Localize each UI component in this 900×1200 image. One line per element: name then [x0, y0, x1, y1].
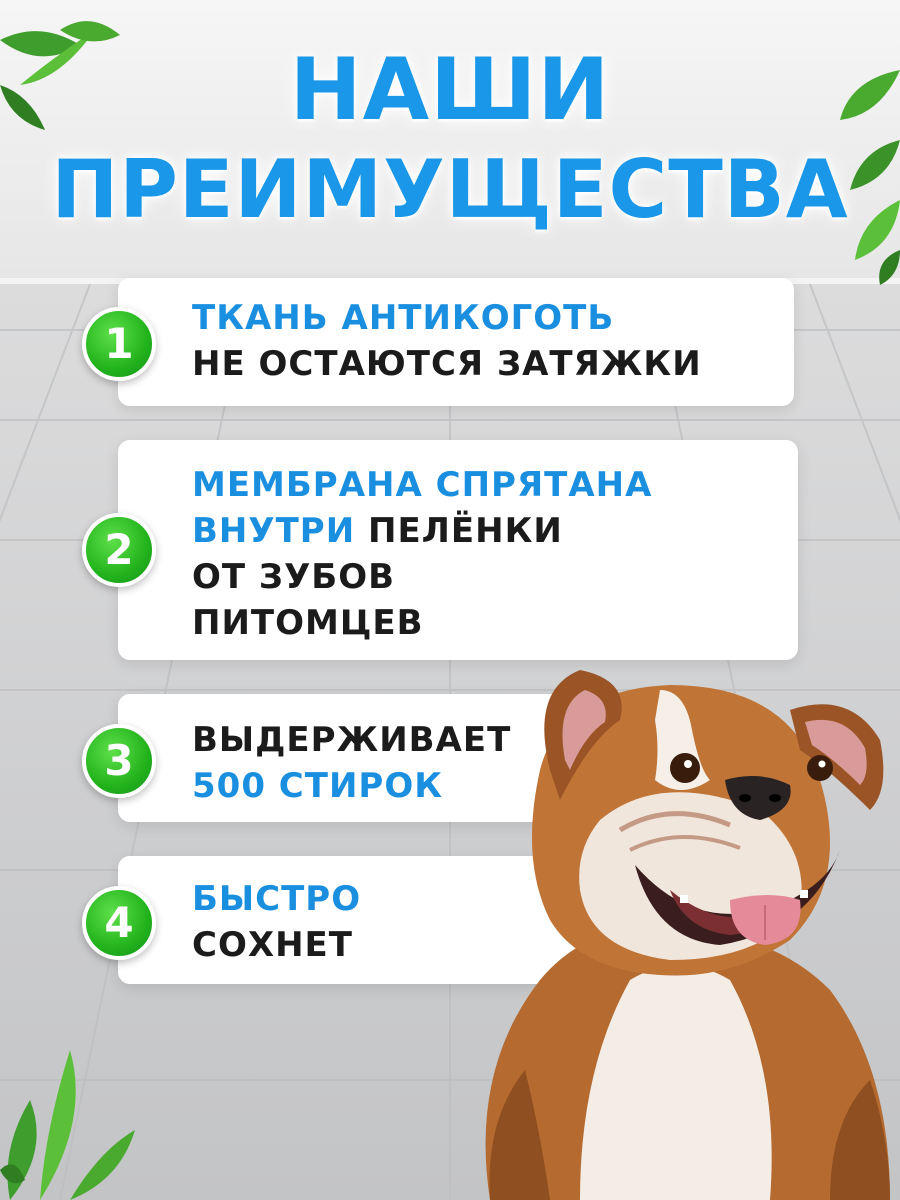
benefit-4-line-1: БЫСТРО	[192, 879, 362, 919]
bulldog-image	[485, 670, 890, 1200]
leaves-bottom-left	[0, 1050, 135, 1200]
page-title-line2: ПРЕИМУЩЕСТВА	[51, 143, 849, 236]
benefit-2-line-1: МЕМБРАНА СПРЯТАНА	[192, 465, 653, 505]
page-title-line1: НАШИ	[289, 40, 611, 140]
benefit-3-line-2: 500 СТИРОК	[192, 766, 444, 806]
number-badge-3: 3	[82, 724, 156, 798]
benefit-1-line-1: ТКАНЬ АНТИКОГОТЬ	[192, 298, 615, 338]
benefit-2-line-3: ОТ ЗУБОВ	[192, 557, 396, 597]
benefit-2-line-2-black: ПЕЛЁНКИ	[355, 511, 563, 551]
number-badge-1: 1	[82, 307, 156, 381]
benefit-2-line-2-blue: ВНУТРИ	[192, 511, 356, 551]
number-badge-2: 2	[82, 513, 156, 587]
benefit-2-line-2: ВНУТРИ ПЕЛЁНКИ	[192, 508, 563, 554]
benefit-2-line-4: ПИТОМЦЕВ	[192, 603, 424, 643]
benefit-1-line-2: НЕ ОСТАЮТСЯ ЗАТЯЖКИ	[192, 344, 702, 384]
benefit-4-line-2: СОХНЕТ	[192, 925, 353, 965]
number-badge-4: 4	[82, 886, 156, 960]
